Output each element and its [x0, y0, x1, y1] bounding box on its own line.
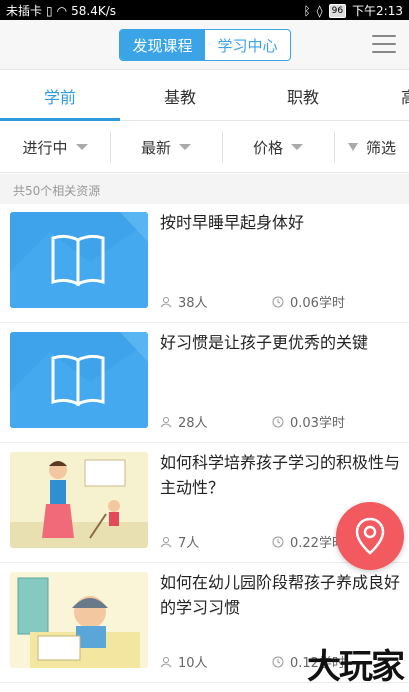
course-item[interactable]: 好习惯是让孩子更优秀的关键 28人 0.03学时: [0, 324, 409, 443]
segment-control: 发现课程 学习中心: [119, 29, 291, 61]
battery-icon: 96: [328, 3, 347, 18]
price-filter-label: 价格: [252, 138, 283, 157]
study-hours: 0.22学时: [272, 532, 345, 551]
menu-icon[interactable]: [372, 35, 396, 55]
chevron-down-icon: [75, 144, 88, 150]
chevron-down-icon: [291, 144, 303, 150]
segment-discover[interactable]: 发现课程: [120, 30, 205, 60]
tab-basic-education[interactable]: 基教: [120, 71, 240, 121]
enrollment-count-text: 7人: [178, 536, 200, 551]
course-thumbnail: [10, 572, 148, 668]
clock-icon: [272, 416, 284, 427]
result-count: 共50个相关资源: [0, 174, 409, 204]
person-icon: [160, 296, 172, 307]
mute-icon: ◊: [316, 3, 323, 18]
watermark-logo: 大玩家: [307, 647, 405, 687]
funnel-icon: [347, 143, 358, 151]
child-writing-illustration: [10, 572, 148, 668]
person-icon: [160, 656, 172, 667]
study-hours-text: 0.06学时: [290, 296, 345, 311]
clock-icon: [272, 536, 284, 547]
tab-higher-education[interactable]: 高: [349, 71, 409, 121]
sort-filter[interactable]: 最新: [111, 121, 221, 173]
book-icon: [10, 332, 148, 428]
study-hours: 0.06学时: [272, 292, 345, 311]
status-filter-label: 进行中: [22, 138, 68, 157]
filter-bar: 进行中 最新 价格 筛选: [0, 121, 409, 173]
course-title: 如何科学培养孩子学习的积极性与主动性？: [160, 453, 401, 497]
book-icon: [10, 212, 148, 308]
category-tabs: 学前 基教 职教 高: [0, 71, 409, 121]
enrollment-count: 7人: [160, 532, 199, 551]
status-bar: 未插卡 ▯ ◠ 58.4K/s ᛒ ◊ 96 下午2:13: [0, 0, 409, 20]
person-icon: [160, 416, 172, 427]
location-pin-icon: [355, 517, 385, 555]
enrollment-count-text: 10人: [178, 656, 208, 671]
tab-higher-education-label: 高: [400, 88, 409, 107]
bluetooth-icon: ᛒ: [303, 3, 311, 18]
top-header: 发现课程 学习中心: [0, 20, 409, 70]
enrollment-count: 28人: [160, 412, 208, 431]
course-title: 按时早睡早起身体好: [160, 213, 305, 232]
clock-icon: [272, 296, 284, 307]
enrollment-count-text: 38人: [178, 296, 208, 311]
sim-icon: ▯: [46, 3, 53, 18]
price-filter[interactable]: 价格: [223, 121, 333, 173]
course-thumbnail: [10, 332, 148, 428]
study-hours-text: 0.03学时: [290, 416, 345, 431]
enrollment-count: 10人: [160, 652, 208, 671]
enrollment-count: 38人: [160, 292, 208, 311]
study-hours: 0.03学时: [272, 412, 345, 431]
carrier-label: 未插卡: [6, 4, 43, 18]
person-icon: [160, 536, 172, 547]
segment-learning-center[interactable]: 学习中心: [205, 30, 290, 60]
course-thumbnail: [10, 452, 148, 548]
clock: 下午2:13: [352, 4, 403, 18]
course-item[interactable]: 按时早睡早起身体好 38人 0.06学时: [0, 204, 409, 323]
status-filter[interactable]: 进行中: [0, 121, 110, 173]
location-button[interactable]: [336, 502, 404, 570]
tab-preschool[interactable]: 学前: [0, 71, 120, 121]
clock-icon: [272, 656, 284, 667]
teacher-child-illustration: [10, 452, 148, 548]
more-filter-label: 筛选: [365, 138, 396, 157]
course-thumbnail: [10, 212, 148, 308]
network-speed: 58.4K/s: [71, 3, 116, 18]
course-title: 好习惯是让孩子更优秀的关键: [160, 333, 369, 352]
course-title: 如何在幼儿园阶段帮孩子养成良好的学习习惯: [160, 573, 401, 617]
tab-vocational[interactable]: 职教: [243, 71, 363, 121]
more-filter[interactable]: 筛选: [335, 121, 409, 173]
sort-filter-label: 最新: [140, 138, 171, 157]
chevron-down-icon: [179, 144, 191, 150]
wifi-icon: ◠: [56, 3, 68, 18]
enrollment-count-text: 28人: [178, 416, 208, 431]
